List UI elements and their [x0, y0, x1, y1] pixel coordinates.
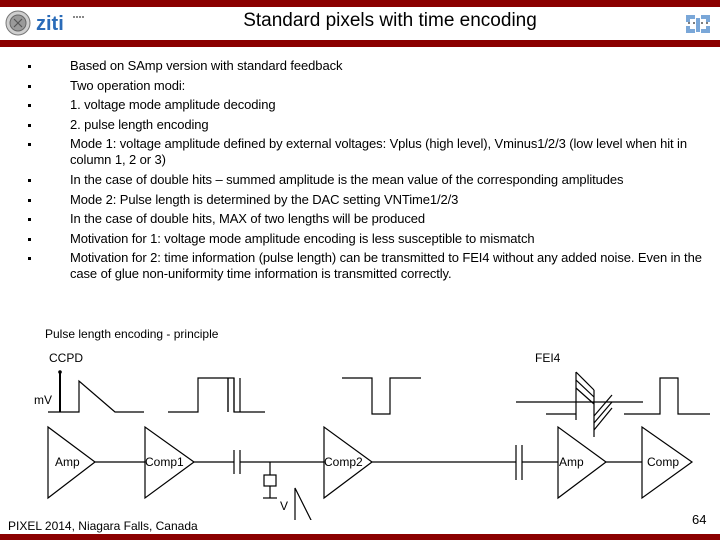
coupling-capacitor	[233, 450, 241, 474]
bullet-icon	[28, 237, 31, 241]
page-number: 64	[692, 512, 707, 527]
bullet-item: In the case of double hits, MAX of two l…	[28, 211, 708, 227]
bullet-icon	[28, 257, 31, 261]
waveform-comp2-output	[342, 377, 421, 415]
bullet-icon	[28, 198, 31, 202]
bullet-item: Two operation modi:	[28, 78, 708, 94]
bullet-list: Based on SAmp version with standard feed…	[28, 58, 708, 286]
amp-label: Amp	[55, 455, 80, 469]
bullet-item: 2. pulse length encoding	[28, 117, 708, 133]
diagram-title: Pulse length encoding - principle	[45, 327, 219, 341]
waveform-amp-output	[48, 379, 144, 413]
top-brand-bar	[0, 0, 720, 7]
bullet-icon	[28, 178, 31, 182]
bullet-icon	[28, 84, 31, 88]
fei4-coupling-waveform	[516, 371, 643, 437]
bullet-icon	[28, 65, 31, 68]
bullet-icon	[28, 143, 31, 147]
bullet-item: In the case of double hits – summed ampl…	[28, 172, 708, 188]
bullet-item: Mode 2: Pulse length is determined by th…	[28, 192, 708, 208]
bullet-icon	[28, 104, 31, 108]
bottom-brand-bar	[0, 534, 720, 540]
comp2-label: Comp2	[324, 455, 363, 469]
bullet-item: Mode 1: voltage amplitude defined by ext…	[28, 136, 708, 168]
footer-conference: PIXEL 2014, Niagara Falls, Canada	[8, 519, 198, 533]
bullet-item: Motivation for 2: time information (puls…	[28, 250, 708, 282]
bullet-item: 1. voltage mode amplitude decoding	[28, 97, 708, 113]
fei4-comp-label: Comp	[647, 455, 679, 469]
header-divider-bar	[0, 40, 720, 47]
institute-logo-icon	[686, 15, 710, 33]
pulse-encoding-diagram: CCPD FEI4 mV V Amp Comp1 Comp2 Amp Comp	[34, 351, 710, 520]
mv-axis	[58, 370, 62, 412]
bullet-item: Based on SAmp version with standard feed…	[28, 58, 708, 74]
waveform-comp1-output	[168, 377, 265, 413]
fei4-label: FEI4	[535, 351, 561, 365]
mv-axis-label: mV	[34, 393, 52, 407]
bullet-item: Motivation for 1: voltage mode amplitude…	[28, 231, 708, 247]
ccpd-label: CCPD	[49, 351, 83, 365]
signal-chain: Amp Comp1 Comp2 Amp Comp	[47, 425, 694, 520]
fei4-capacitor	[515, 445, 523, 480]
v-label: V	[280, 499, 288, 513]
bias-resistor	[263, 462, 277, 499]
waveform-fei4-comp-output	[624, 377, 710, 415]
fei4-amp-label: Amp	[559, 455, 584, 469]
page-title: Standard pixels with time encoding	[243, 10, 537, 31]
comp1-label: Comp1	[145, 455, 184, 469]
bullet-icon	[28, 218, 31, 222]
bullet-icon	[28, 123, 31, 127]
